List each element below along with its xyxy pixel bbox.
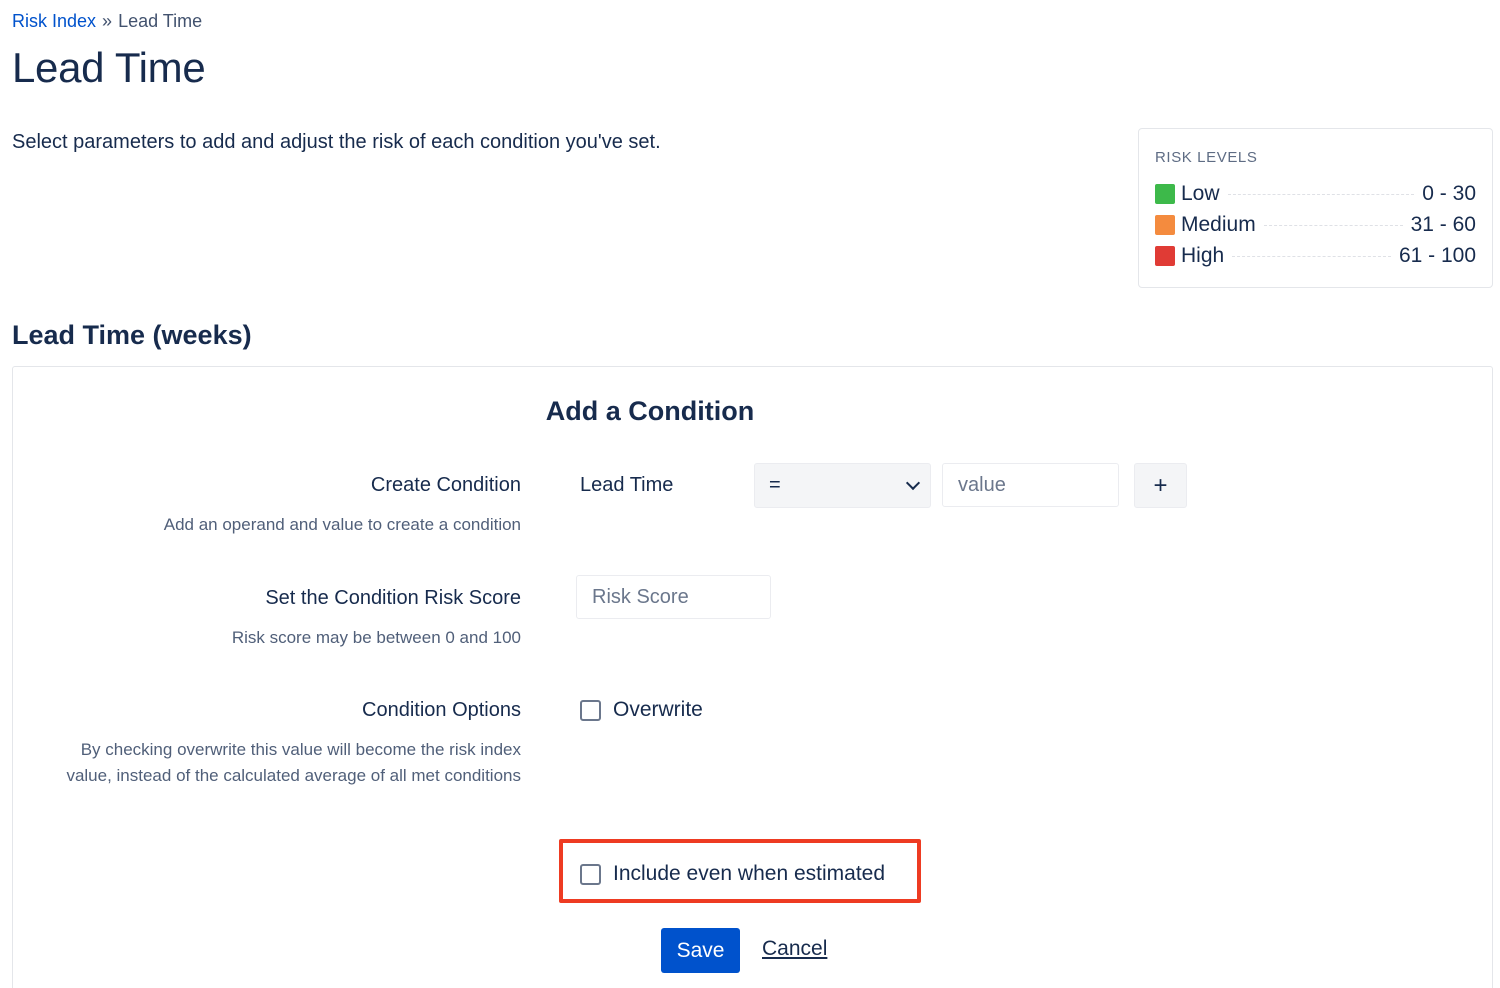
page-title: Lead Time	[12, 44, 206, 91]
risk-level-medium-swatch	[1155, 215, 1175, 235]
condition-options-description: By checking overwrite this value will be…	[66, 740, 521, 785]
condition-value-input[interactable]	[942, 463, 1119, 507]
overwrite-option[interactable]: Overwrite	[580, 698, 703, 722]
risk-level-high-range: 61 - 100	[1398, 244, 1476, 267]
risk-level-medium-range: 31 - 60	[1410, 213, 1476, 236]
add-condition-button[interactable]: +	[1134, 463, 1187, 508]
include-estimated-label: Include even when estimated	[613, 862, 886, 885]
operator-select[interactable]: =	[754, 463, 931, 508]
risk-level-high-swatch	[1155, 246, 1175, 266]
risk-level-low-leader	[1227, 193, 1415, 195]
risk-levels-title: RISK LEVELS	[1155, 149, 1258, 166]
risk-score-input[interactable]	[576, 575, 771, 619]
condition-field-name: Lead Time	[580, 474, 674, 496]
risk-levels-panel: RISK LEVELS Low 0 - 30 Medium 31 - 60 Hi…	[1138, 128, 1493, 288]
page-intro: Select parameters to add and adjust the …	[12, 131, 661, 153]
risk-level-low-name: Low	[1181, 182, 1220, 205]
risk-level-medium: Medium 31 - 60	[1155, 212, 1476, 238]
risk-score-label: Set the Condition Risk Score	[265, 587, 521, 609]
section-title: Lead Time (weeks)	[12, 320, 252, 350]
risk-level-high-name: High	[1181, 244, 1225, 267]
risk-level-low: Low 0 - 30	[1155, 181, 1476, 207]
save-button[interactable]: Save	[661, 928, 740, 973]
overwrite-label: Overwrite	[613, 698, 703, 721]
risk-level-high: High 61 - 100	[1155, 243, 1476, 269]
breadcrumb-separator: »	[102, 11, 113, 31]
include-estimated-checkbox[interactable]	[580, 863, 601, 885]
overwrite-checkbox[interactable]	[580, 699, 601, 721]
cancel-link[interactable]: Cancel	[762, 937, 827, 961]
create-condition-label: Create Condition	[370, 474, 521, 496]
risk-level-low-swatch	[1155, 184, 1175, 204]
breadcrumb-current: Lead Time	[118, 11, 203, 31]
include-estimated-option[interactable]: Include even when estimated	[580, 862, 885, 886]
risk-score-description: Risk score may be between 0 and 100	[231, 628, 521, 647]
add-condition-title: Add a Condition	[545, 396, 755, 426]
operator-select-value: =	[769, 474, 781, 496]
risk-level-high-leader	[1232, 255, 1391, 257]
plus-icon: +	[1153, 471, 1168, 499]
risk-level-low-range: 0 - 30	[1422, 182, 1476, 205]
breadcrumb-link-risk-index[interactable]: Risk Index	[12, 11, 96, 31]
risk-level-medium-name: Medium	[1181, 213, 1256, 236]
breadcrumb: Risk Index » Lead Time	[12, 11, 202, 32]
condition-options-label: Condition Options	[362, 699, 521, 721]
chevron-down-icon	[905, 475, 921, 491]
create-condition-description: Add an operand and value to create a con…	[163, 515, 521, 534]
risk-level-medium-leader	[1263, 224, 1403, 226]
